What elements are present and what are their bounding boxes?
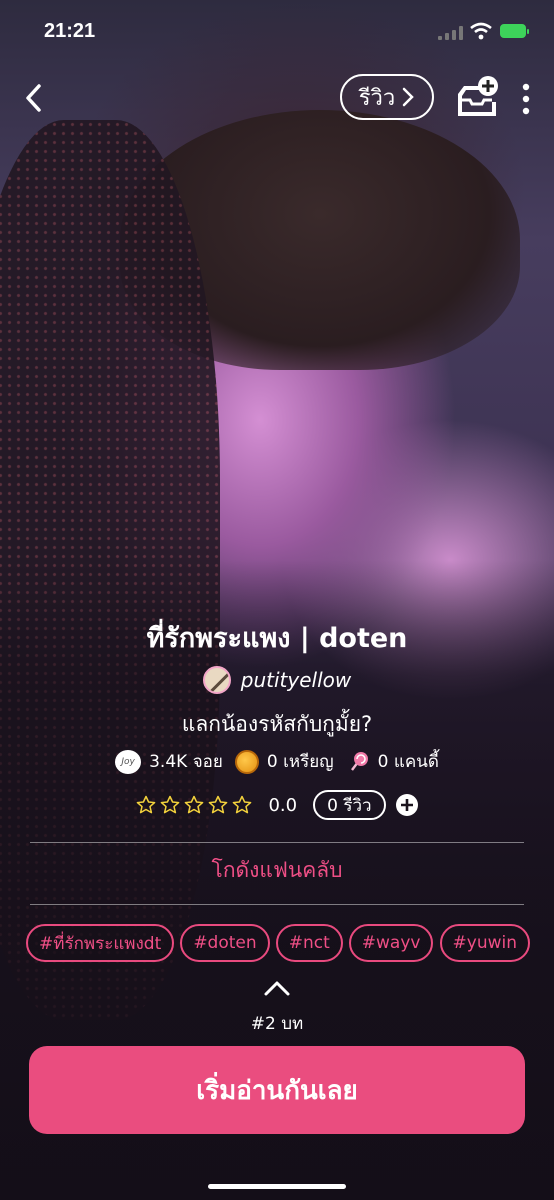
candy-count: 0 แคนดี้	[377, 752, 439, 772]
candy-icon	[350, 751, 368, 771]
tag-chip[interactable]: #ที่รักพระแพงdt	[26, 924, 175, 962]
story-tagline: แลกน้องรหัสกับกูมั้ย?	[181, 712, 373, 736]
author-avatar	[202, 666, 231, 694]
rating-row: 0.0 0 รีวิว	[0, 790, 554, 820]
wifi-icon	[470, 22, 492, 40]
coin-count: 0 เหรียญ	[266, 752, 334, 772]
more-options-icon[interactable]	[516, 82, 536, 116]
story-detail-screen: 21:21 รีวิว ที่รักพระแพง | doten putitye…	[0, 0, 554, 1200]
add-to-library-button[interactable]	[452, 74, 500, 122]
cellular-signal-icon	[438, 26, 464, 40]
star-icon	[209, 795, 228, 814]
fanclub-link[interactable]: โกดังแฟนคลับ	[0, 854, 554, 887]
star-icon	[185, 795, 204, 814]
chevron-right-icon	[403, 87, 415, 107]
status-bar: 21:21	[0, 0, 554, 54]
divider-bottom	[30, 904, 524, 905]
tag-chip[interactable]: #nct	[275, 924, 343, 962]
chapter-count: #2 บท	[250, 1014, 304, 1034]
review-button[interactable]: รีวิว	[340, 74, 434, 120]
star-icon	[137, 795, 156, 814]
back-button[interactable]	[20, 80, 50, 116]
tag-chip[interactable]: #yuwin	[439, 924, 530, 962]
joy-stat: Joy 3.4K จอย	[115, 748, 223, 775]
divider-top	[30, 842, 524, 843]
tag-chip[interactable]: #wayv	[348, 924, 434, 962]
rating-value: 0.0	[268, 794, 298, 816]
star-rating	[136, 795, 252, 815]
plus-icon	[400, 799, 413, 811]
stats-row: Joy 3.4K จอย 0 เหรียญ 0 แคนดี้	[0, 748, 554, 775]
author-row[interactable]: putityellow	[0, 666, 554, 694]
coin-stat: 0 เหรียญ	[234, 748, 334, 775]
home-indicator	[208, 1184, 346, 1189]
joy-count: 3.4K จอย	[149, 752, 223, 772]
start-reading-label: เริ่มอ่านกันเลย	[196, 1075, 358, 1106]
chevron-up-icon[interactable]	[262, 978, 292, 998]
coin-icon	[234, 749, 259, 774]
joy-icon: Joy	[115, 749, 142, 774]
add-review-button[interactable]	[395, 794, 418, 816]
start-reading-button[interactable]: เริ่มอ่านกันเลย	[29, 1046, 525, 1134]
review-count-button[interactable]: 0 รีวิว	[313, 790, 386, 820]
star-icon	[161, 795, 180, 814]
tag-chip[interactable]: #doten	[180, 924, 270, 962]
star-icon	[233, 795, 252, 814]
status-time: 21:21	[44, 20, 96, 42]
author-name[interactable]: putityellow	[241, 668, 351, 692]
candy-stat: 0 แคนดี้	[346, 748, 439, 775]
story-title: ที่รักพระแพง | doten	[146, 623, 408, 654]
review-button-label: รีวิว	[358, 85, 396, 111]
tag-list: #ที่รักพระแพงdt #doten #nct #wayv #yuwin	[26, 924, 530, 962]
battery-charging-icon	[500, 24, 529, 38]
review-count-label: 0 รีวิว	[327, 795, 372, 816]
